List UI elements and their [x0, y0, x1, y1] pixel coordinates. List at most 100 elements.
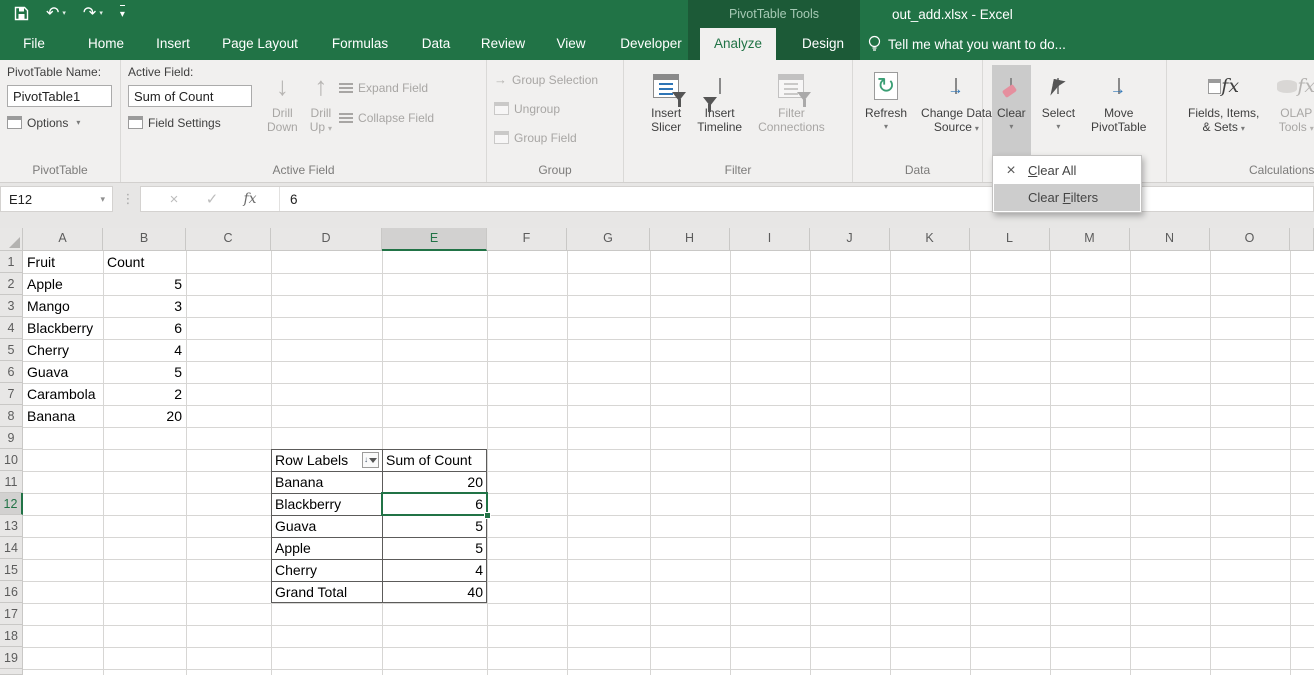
cell-B6[interactable]: 5 — [103, 361, 186, 383]
tab-developer[interactable]: Developer — [604, 28, 698, 60]
cell-B3[interactable]: 3 — [103, 295, 186, 317]
customize-qat-button[interactable]: ▾ — [120, 5, 125, 23]
column-header-C[interactable]: C — [186, 228, 271, 251]
tab-home[interactable]: Home — [78, 28, 134, 60]
row-header-12[interactable]: 12 — [0, 493, 23, 515]
formula-bar-value[interactable]: 6 — [280, 192, 298, 207]
row-header-5[interactable]: 5 — [0, 339, 23, 361]
save-button[interactable] — [14, 6, 29, 21]
tab-analyze[interactable]: Analyze — [700, 28, 776, 60]
row-header-1[interactable]: 1 — [0, 251, 23, 273]
tab-file[interactable]: File — [12, 28, 56, 60]
insert-timeline-button[interactable]: Insert Timeline — [692, 65, 747, 156]
column-header-I[interactable]: I — [730, 228, 810, 251]
active-field-input[interactable] — [128, 85, 252, 107]
cell-B1[interactable]: Count — [103, 251, 186, 273]
cell-A3[interactable]: Mango — [23, 295, 103, 317]
row-header-11[interactable]: 11 — [0, 471, 23, 493]
row-header-20[interactable] — [0, 669, 23, 675]
cell-B5[interactable]: 4 — [103, 339, 186, 361]
cell-A5[interactable]: Cherry — [23, 339, 103, 361]
row-header-16[interactable]: 16 — [0, 581, 23, 603]
select-button[interactable]: Select ▾ — [1037, 65, 1080, 156]
column-header-A[interactable]: A — [23, 228, 103, 251]
filter-connections-button[interactable]: Filter Connections — [753, 65, 830, 156]
cell-A1[interactable]: Fruit — [23, 251, 103, 273]
column-header-K[interactable]: K — [890, 228, 970, 251]
insert-function-button[interactable]: fx — [231, 191, 269, 207]
insert-slicer-button[interactable]: Insert Slicer — [646, 65, 686, 156]
cell-A7[interactable]: Carambola — [23, 383, 103, 405]
cancel-button[interactable]: × — [155, 191, 193, 208]
cell-B4[interactable]: 6 — [103, 317, 186, 339]
tab-page-layout[interactable]: Page Layout — [210, 28, 310, 60]
row-header-8[interactable]: 8 — [0, 405, 23, 427]
cell-B2[interactable]: 5 — [103, 273, 186, 295]
row-header-14[interactable]: 14 — [0, 537, 23, 559]
olap-tools-button[interactable]: fx OLAP Tools▾ — [1272, 65, 1314, 156]
tab-data[interactable]: Data — [408, 28, 464, 60]
cell-A4[interactable]: Blackberry — [23, 317, 103, 339]
column-header-partial[interactable] — [1290, 228, 1314, 251]
options-button[interactable]: Options ▾ — [7, 112, 113, 133]
column-header-E[interactable]: E — [382, 228, 487, 251]
menu-item-clear-filters[interactable]: Clear Filters — [994, 184, 1140, 211]
fields-items-sets-button[interactable]: fx Fields, Items, & Sets▾ — [1183, 65, 1264, 156]
cell-A6[interactable]: Guava — [23, 361, 103, 383]
column-header-D[interactable]: D — [271, 228, 382, 251]
move-pivottable-button[interactable]: → Move PivotTable — [1086, 65, 1151, 156]
ungroup-button[interactable]: Ungroup — [494, 98, 616, 119]
undo-button[interactable]: ↶ ▾ — [46, 6, 66, 22]
cell-A2[interactable]: Apple — [23, 273, 103, 295]
name-box[interactable]: E12 ▾ — [0, 186, 113, 212]
tab-insert[interactable]: Insert — [145, 28, 201, 60]
clear-button[interactable]: Clear ▾ — [992, 65, 1031, 156]
enter-button[interactable]: ✓ — [193, 190, 231, 208]
column-header-N[interactable]: N — [1130, 228, 1210, 251]
row-header-7[interactable]: 7 — [0, 383, 23, 405]
name-box-dropdown-icon[interactable]: ▾ — [100, 194, 112, 205]
row-header-9[interactable]: 9 — [0, 427, 23, 449]
tell-me-box[interactable]: Tell me what you want to do... — [868, 28, 1066, 60]
tab-design[interactable]: Design — [784, 28, 862, 60]
pivottable-name-input[interactable] — [7, 85, 112, 107]
drill-down-button[interactable]: ↓ Drill Down — [262, 65, 303, 156]
column-header-J[interactable]: J — [810, 228, 890, 251]
row-header-4[interactable]: 4 — [0, 317, 23, 339]
column-header-L[interactable]: L — [970, 228, 1050, 251]
tab-view[interactable]: View — [544, 28, 598, 60]
row-header-13[interactable]: 13 — [0, 515, 23, 537]
cell-B7[interactable]: 2 — [103, 383, 186, 405]
cell-A8[interactable]: Banana — [23, 405, 103, 427]
refresh-button[interactable]: ↻ Refresh ▾ — [860, 65, 912, 156]
select-all-button[interactable] — [0, 228, 23, 251]
redo-dropdown-icon[interactable]: ▾ — [99, 6, 103, 22]
collapse-field-button[interactable]: Collapse Field — [339, 107, 434, 128]
column-header-O[interactable]: O — [1210, 228, 1290, 251]
expand-field-button[interactable]: Expand Field — [339, 77, 434, 98]
column-header-M[interactable]: M — [1050, 228, 1130, 251]
column-header-G[interactable]: G — [567, 228, 650, 251]
redo-button[interactable]: ↷ ▾ — [83, 6, 103, 22]
row-labels-filter-button[interactable]: ↓ — [362, 452, 379, 468]
row-header-2[interactable]: 2 — [0, 273, 23, 295]
group-field-button[interactable]: Group Field — [494, 127, 616, 148]
row-header-10[interactable]: 10 — [0, 449, 23, 471]
row-header-6[interactable]: 6 — [0, 361, 23, 383]
row-header-3[interactable]: 3 — [0, 295, 23, 317]
fill-handle[interactable] — [484, 512, 491, 519]
field-settings-button[interactable]: Field Settings — [128, 112, 260, 133]
row-header-18[interactable]: 18 — [0, 625, 23, 647]
group-selection-button[interactable]: → Group Selection — [494, 69, 616, 90]
menu-item-clear-all[interactable]: × Clear All — [994, 157, 1140, 184]
row-header-17[interactable]: 17 — [0, 603, 23, 625]
row-header-19[interactable]: 19 — [0, 647, 23, 669]
column-header-H[interactable]: H — [650, 228, 730, 251]
row-header-15[interactable]: 15 — [0, 559, 23, 581]
tab-formulas[interactable]: Formulas — [318, 28, 402, 60]
column-header-F[interactable]: F — [487, 228, 567, 251]
cell-B8[interactable]: 20 — [103, 405, 186, 427]
column-header-B[interactable]: B — [103, 228, 186, 251]
drill-up-button[interactable]: ↑ Drill Up▾ — [305, 65, 337, 156]
tab-review[interactable]: Review — [470, 28, 536, 60]
